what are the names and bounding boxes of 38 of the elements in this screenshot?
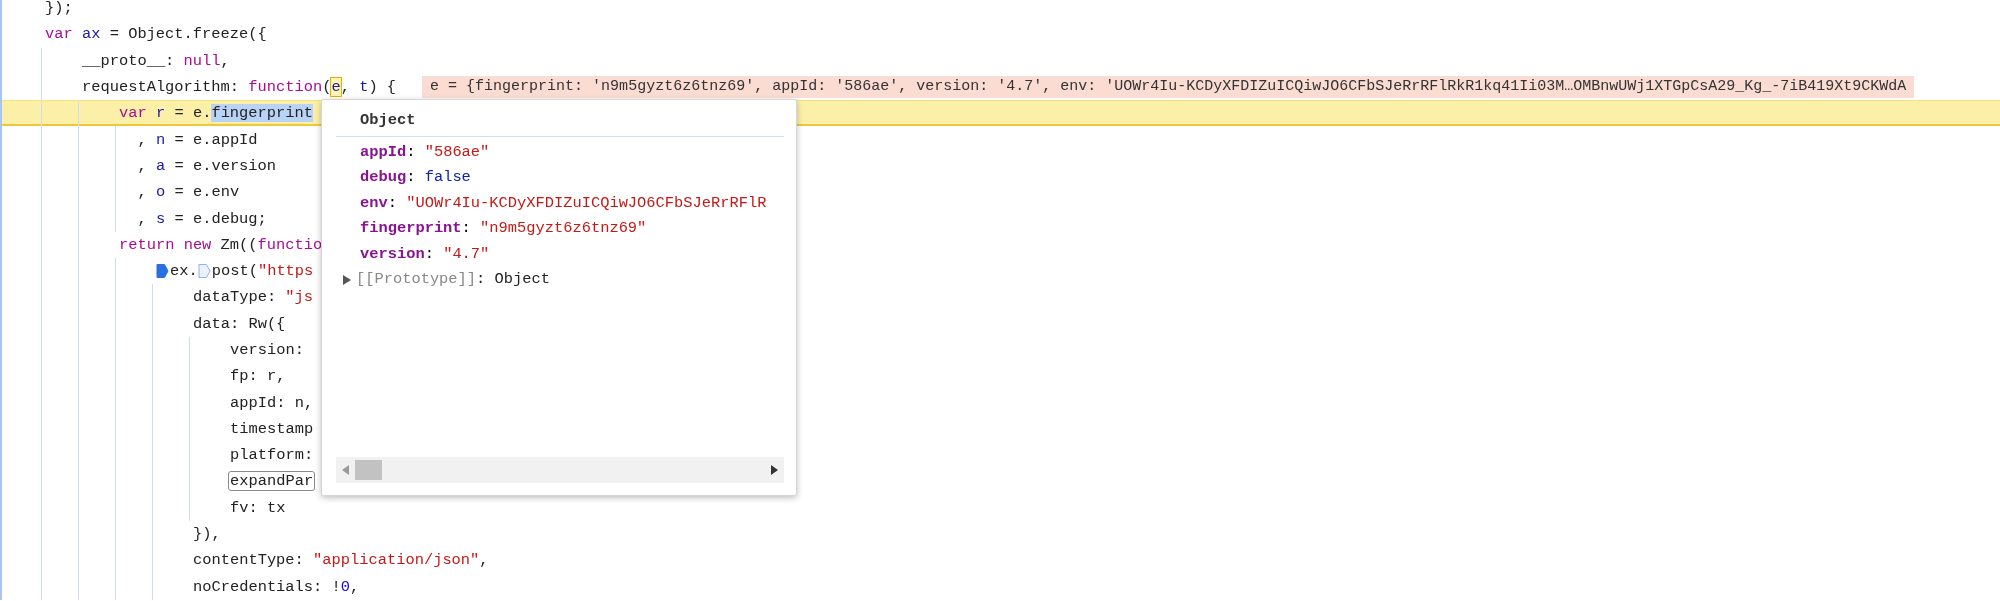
code-line: __proto__: null, bbox=[82, 50, 230, 71]
code-line: , s = e.debug; bbox=[137, 208, 267, 229]
code-line: , a = e.version bbox=[137, 155, 277, 176]
code-line: noCredentials: !0, bbox=[193, 576, 360, 597]
code-line: appId: n, bbox=[230, 392, 314, 413]
code-line: fp: r, bbox=[230, 366, 286, 387]
code-line: return new Zm((functio bbox=[119, 234, 323, 255]
code-line: , o = e.env bbox=[137, 182, 240, 203]
property-row-text: version: "4.7" bbox=[359, 243, 490, 265]
code-line: dataType: "js bbox=[193, 287, 314, 308]
code-line: data: Rw({ bbox=[193, 313, 286, 334]
scroll-right-icon[interactable] bbox=[771, 465, 778, 475]
expand-triangle-icon[interactable] bbox=[342, 274, 352, 285]
breakpoint-icon[interactable] bbox=[197, 263, 211, 280]
code-line: timestamp bbox=[230, 418, 314, 439]
property-row-text: appId: "586ae" bbox=[359, 141, 490, 163]
code-line: contentType: "application/json", bbox=[193, 550, 489, 571]
horizontal-scrollbar[interactable] bbox=[336, 457, 784, 483]
popover-title: Object bbox=[359, 110, 416, 131]
code-line: , n = e.appId bbox=[137, 129, 258, 150]
property-row[interactable]: [[Prototype]]: Object bbox=[356, 267, 550, 293]
code-line: ex. bbox=[170, 261, 198, 282]
property-row-text: fingerprint: "n9m5gyzt6z6tnz69" bbox=[359, 218, 647, 239]
code-line: version: bbox=[230, 340, 304, 360]
breakpoint-icon[interactable] bbox=[156, 263, 169, 280]
code-line: platform: bbox=[230, 445, 314, 466]
inline-value: e = {fingerprint: 'n9m5gyzt6z6tnz69', appId: '586ae', version: '4.7', env: 'UOWr4Iu-KCDyXFDIZuICQiwJO6CFbSJeRrRFlRkR1kq41Ii03M…OMBnwUWj1XTGpCsA29_Kg_-7iB419Xt9CKWdA bbox=[422, 76, 1915, 99]
code-line: post("https bbox=[211, 261, 314, 282]
property-row-text: debug: false bbox=[359, 167, 471, 188]
code-line: fv: tx bbox=[230, 497, 286, 518]
code-line: requestAlgorithm: function(e, t) { bbox=[82, 77, 397, 98]
code-line: var ax = Object.freeze({ bbox=[45, 24, 267, 45]
code-line: }); bbox=[45, 0, 73, 19]
scrollbar-thumb[interactable] bbox=[355, 460, 382, 480]
scroll-left-icon[interactable] bbox=[342, 465, 349, 475]
code-line: }), bbox=[193, 524, 221, 545]
property-row-text: env: "UOWr4Iu-KCDyXFDIZuICQiwJO6CFbSJeRrRFlR bbox=[359, 192, 767, 214]
code-line: var r = e.fingerprint bbox=[119, 103, 313, 124]
